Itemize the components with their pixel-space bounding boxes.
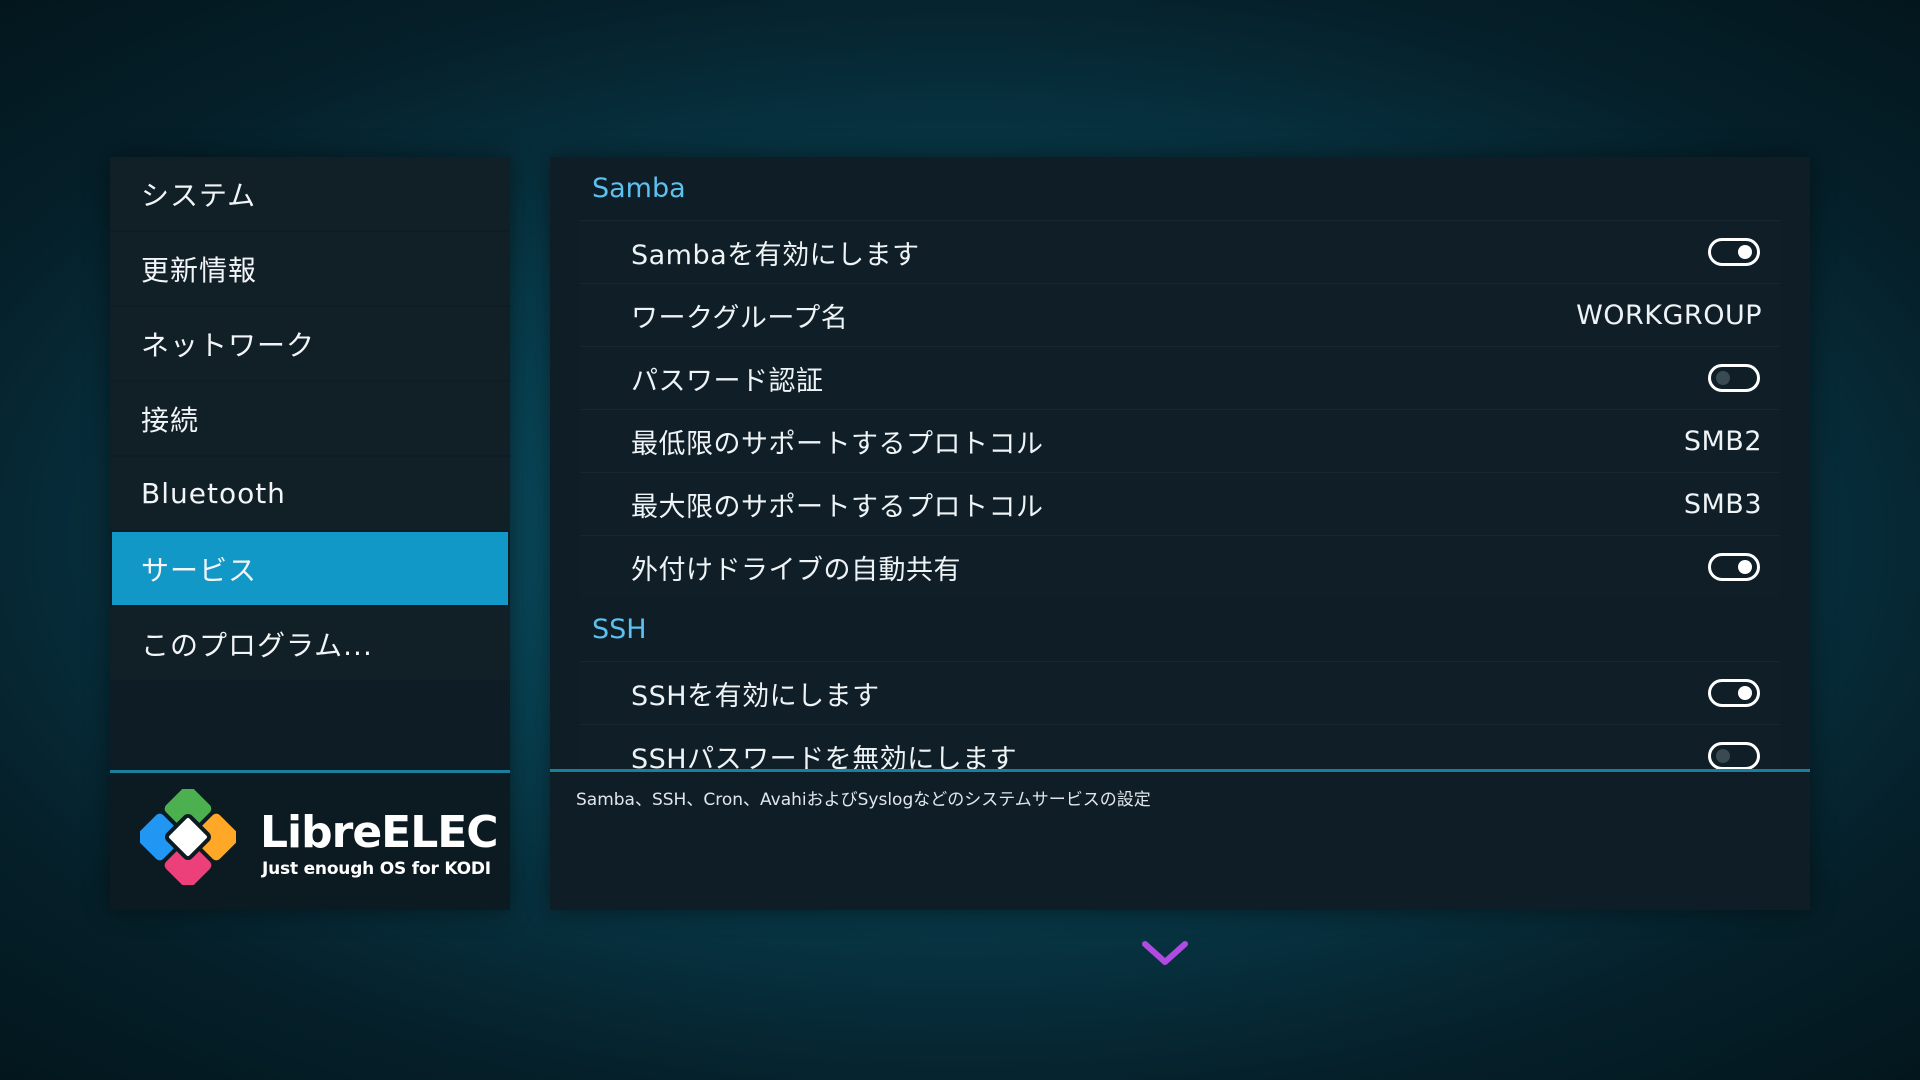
toggle-knob xyxy=(1738,560,1752,574)
setting-label: SSHを有効にします xyxy=(631,680,880,712)
setting-label: SSHパスワードを無効にします xyxy=(631,743,1018,770)
toggle-switch[interactable] xyxy=(1708,553,1760,581)
setting-label: 最低限のサポートするプロトコル xyxy=(631,428,1044,460)
setting-workgroup[interactable]: ワークグループ名 WORKGROUP xyxy=(580,283,1780,346)
libreelec-logo-icon xyxy=(140,789,236,885)
sidebar-item-network[interactable]: ネットワーク xyxy=(110,307,510,380)
sidebar-item-label: 接続 xyxy=(141,403,200,437)
logo-title: LibreELEC xyxy=(260,807,499,858)
settings-panel: Samba Sambaを有効にします ワークグループ名 WORKGROUP パス… xyxy=(550,157,1810,910)
description-divider xyxy=(550,769,1810,772)
toggle-switch[interactable] xyxy=(1708,679,1760,707)
sidebar-item-services[interactable]: サービス xyxy=(112,532,508,605)
setting-auto-share[interactable]: 外付けドライブの自動共有 xyxy=(580,535,1780,598)
sidebar-item-system[interactable]: システム xyxy=(110,157,510,230)
sidebar-item-bluetooth[interactable]: Bluetooth xyxy=(110,457,510,530)
sidebar-item-connections[interactable]: 接続 xyxy=(110,382,510,455)
toggle-switch[interactable] xyxy=(1708,742,1760,769)
setting-value: SMB3 xyxy=(1683,488,1762,520)
logo-tagline: Just enough OS for KODI xyxy=(262,859,491,879)
brand-logo: LibreELEC Just enough OS for KODI xyxy=(110,770,510,910)
section-header-samba: Samba xyxy=(592,173,686,204)
setting-label: 外付けドライブの自動共有 xyxy=(631,554,961,586)
setting-value: WORKGROUP xyxy=(1576,299,1762,331)
setting-disable-ssh-password[interactable]: SSHパスワードを無効にします xyxy=(580,724,1780,769)
toggle-knob xyxy=(1738,245,1752,259)
toggle-knob xyxy=(1738,686,1752,700)
toggle-knob xyxy=(1716,371,1730,385)
sidebar-item-label: ネットワーク xyxy=(141,328,316,362)
sidebar-item-updates[interactable]: 更新情報 xyxy=(110,232,510,305)
sidebar-item-label: 更新情報 xyxy=(141,253,258,287)
sidebar-item-about[interactable]: このプログラム... xyxy=(110,607,510,680)
toggle-switch[interactable] xyxy=(1708,238,1760,266)
setting-min-protocol[interactable]: 最低限のサポートするプロトコル SMB2 xyxy=(580,409,1780,472)
settings-list[interactable]: Samba Sambaを有効にします ワークグループ名 WORKGROUP パス… xyxy=(550,157,1810,769)
sidebar-item-label: このプログラム... xyxy=(141,628,373,662)
setting-value: SMB2 xyxy=(1683,425,1762,457)
setting-enable-samba[interactable]: Sambaを有効にします xyxy=(580,220,1780,283)
setting-label: ワークグループ名 xyxy=(631,302,849,334)
setting-label: パスワード認証 xyxy=(631,365,824,397)
setting-max-protocol[interactable]: 最大限のサポートするプロトコル SMB3 xyxy=(580,472,1780,535)
section-header-ssh: SSH xyxy=(592,614,647,645)
sidebar-item-label: サービス xyxy=(141,553,258,587)
sidebar-item-label: Bluetooth xyxy=(141,477,286,510)
chevron-down-icon[interactable] xyxy=(1141,940,1189,968)
setting-description: Samba、SSH、Cron、AvahiおよびSyslogなどのシステムサービス… xyxy=(576,790,1151,810)
toggle-switch[interactable] xyxy=(1708,364,1760,392)
sidebar-item-label: システム xyxy=(141,178,257,212)
setting-enable-ssh[interactable]: SSHを有効にします xyxy=(580,661,1780,724)
setting-label: Sambaを有効にします xyxy=(631,239,920,271)
toggle-knob xyxy=(1716,749,1730,763)
sidebar-panel: システム 更新情報 ネットワーク 接続 Bluetooth サービス このプログ… xyxy=(110,157,510,910)
setting-label: 最大限のサポートするプロトコル xyxy=(631,491,1044,523)
setting-password-auth[interactable]: パスワード認証 xyxy=(580,346,1780,409)
